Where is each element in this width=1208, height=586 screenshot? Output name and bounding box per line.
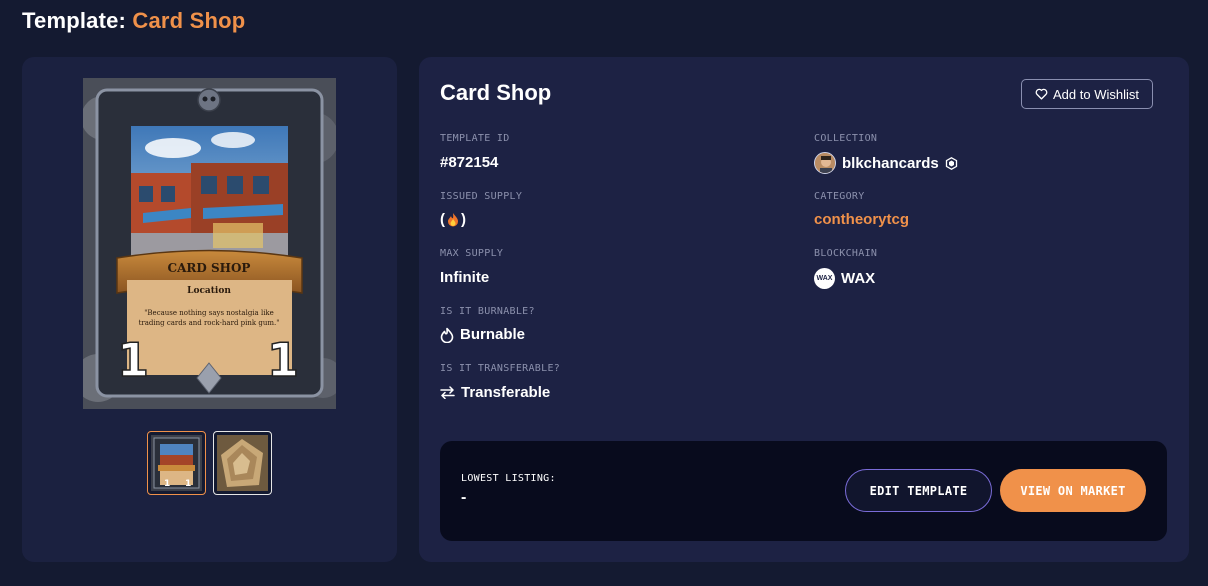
page-title-prefix: Template: xyxy=(22,8,127,33)
card-image[interactable]: CARD SHOP Location "Because nothing says… xyxy=(83,78,336,409)
card-name-text: CARD SHOP xyxy=(168,261,251,275)
category-link[interactable]: contheorytcg xyxy=(814,211,909,228)
burnable-value: Burnable xyxy=(440,326,525,343)
page-title-name: Card Shop xyxy=(132,8,246,33)
max-supply-value: Infinite xyxy=(440,269,490,286)
lowest-listing-box: LOWEST LISTING: - EDIT TEMPLATE VIEW ON … xyxy=(440,441,1167,541)
thumbnail-front[interactable]: 1 1 xyxy=(147,431,206,495)
issued-supply-open: ( xyxy=(440,211,445,228)
thumbnail-back[interactable] xyxy=(213,431,272,495)
card-preview-panel: CARD SHOP Location "Because nothing says… xyxy=(22,57,397,562)
burnable-text: Burnable xyxy=(460,326,526,343)
svg-text:trading cards and rock-hard pi: trading cards and rock-hard pink gum." xyxy=(139,319,280,327)
transfer-arrows-icon xyxy=(440,386,455,399)
verified-badge-icon xyxy=(945,156,957,170)
svg-text:1: 1 xyxy=(185,479,191,489)
template-name: Card Shop xyxy=(440,80,552,105)
page-title: Template: Card Shop xyxy=(22,8,245,34)
fire-icon xyxy=(448,213,458,227)
collection-name: blkchancards xyxy=(842,154,939,172)
thumbnail-strip: 1 1 xyxy=(147,431,272,495)
view-on-market-button[interactable]: VIEW ON MARKET xyxy=(1000,469,1146,512)
transferable-label: IS IT TRANSFERABLE? xyxy=(440,363,561,374)
template-details-panel: Card Shop Add to Wishlist TEMPLATE ID #8… xyxy=(419,57,1189,562)
transferable-value: Transferable xyxy=(440,384,550,401)
issued-supply-label: ISSUED SUPPLY xyxy=(440,191,523,202)
heart-icon xyxy=(1035,88,1048,100)
lowest-listing-value: - xyxy=(461,489,467,506)
collection-label: COLLECTION xyxy=(814,133,878,144)
lowest-listing-label: LOWEST LISTING: xyxy=(461,473,556,484)
collection-avatar xyxy=(814,152,836,174)
card-left-stat: 1 xyxy=(117,333,149,387)
max-supply-label: MAX SUPPLY xyxy=(440,248,504,259)
blockchain-value: WAX WAX xyxy=(814,268,875,289)
edit-template-button[interactable]: EDIT TEMPLATE xyxy=(845,469,992,512)
blockchain-text: WAX xyxy=(841,270,876,287)
svg-text:"Because nothing says nostalgi: "Because nothing says nostalgia like xyxy=(144,309,274,317)
template-id-label: TEMPLATE ID xyxy=(440,133,510,144)
collection-link[interactable]: blkchancards xyxy=(814,152,958,174)
category-label: CATEGORY xyxy=(814,191,865,202)
flame-outline-icon xyxy=(440,327,454,343)
card-type-text: Location xyxy=(187,286,231,296)
wishlist-label: Add to Wishlist xyxy=(1053,86,1139,102)
transferable-text: Transferable xyxy=(461,384,551,401)
burnable-label: IS IT BURNABLE? xyxy=(440,306,535,317)
issued-supply-value: ( ) xyxy=(440,211,466,228)
issued-supply-close: ) xyxy=(461,211,466,228)
template-id-value: #872154 xyxy=(440,154,499,171)
add-to-wishlist-button[interactable]: Add to Wishlist xyxy=(1021,79,1153,109)
svg-text:1: 1 xyxy=(164,479,170,489)
card-right-stat: 1 xyxy=(267,333,299,387)
wax-logo: WAX xyxy=(814,268,835,289)
blockchain-label: BLOCKCHAIN xyxy=(814,248,878,259)
